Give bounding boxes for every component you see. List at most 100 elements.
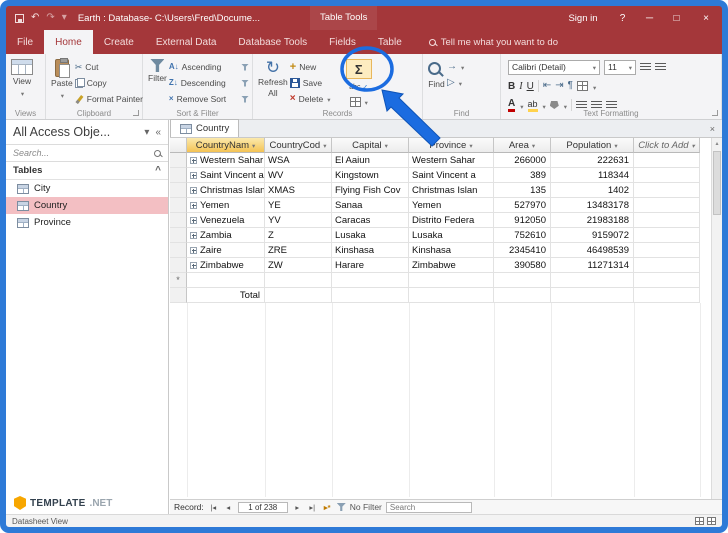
cell[interactable]: 21983188 — [551, 213, 634, 228]
cell-empty[interactable] — [634, 258, 700, 273]
descending-button[interactable]: Z↓ Descending — [169, 76, 249, 90]
cell-empty[interactable] — [332, 273, 409, 288]
cell[interactable]: Kinshasa — [409, 243, 494, 258]
table-row[interactable]: Venezuela YV Caracas Distrito Federa 912… — [170, 213, 700, 228]
tab-external-data[interactable]: External Data — [145, 30, 228, 54]
cell-empty[interactable] — [187, 273, 265, 288]
scroll-up-icon[interactable]: ▴ — [712, 138, 722, 150]
table-row[interactable]: Zimbabwe ZW Harare Zimbabwe 390580 11271… — [170, 258, 700, 273]
cell[interactable]: Caracas — [332, 213, 409, 228]
cell[interactable]: 1402 — [551, 183, 634, 198]
column-header-population[interactable]: Population — [551, 138, 634, 153]
vertical-scrollbar[interactable]: ▴ — [711, 138, 722, 499]
table-row[interactable]: Western Sahar WSA El Aaiun Western Sahar… — [170, 153, 700, 168]
cell[interactable]: Harare — [332, 258, 409, 273]
numbered-list-icon[interactable] — [655, 63, 666, 72]
cell-empty[interactable] — [332, 288, 409, 303]
totals-row[interactable]: Total — [170, 288, 700, 303]
shutter-bar-icon[interactable]: « — [155, 127, 161, 138]
sidebar-item-country[interactable]: Country — [6, 197, 168, 214]
cell[interactable]: Yemen — [409, 198, 494, 213]
refresh-all-button[interactable]: ↻ Refresh All — [256, 57, 290, 100]
cell[interactable]: ZRE — [265, 243, 332, 258]
cell[interactable]: 912050 — [494, 213, 551, 228]
expand-icon[interactable] — [190, 172, 197, 179]
cut-button[interactable]: ✂ Cut — [75, 60, 143, 74]
table-row[interactable]: Saint Vincent a WV Kingstown Saint Vince… — [170, 168, 700, 183]
sign-in-button[interactable]: Sign in — [557, 6, 609, 30]
cell[interactable]: Western Sahar — [409, 153, 494, 168]
cell[interactable]: 2345410 — [494, 243, 551, 258]
cell[interactable]: Zimbabwe — [187, 258, 265, 273]
cell[interactable]: YV — [265, 213, 332, 228]
row-selector[interactable] — [170, 168, 187, 183]
increase-indent-icon[interactable]: ⇥ — [555, 81, 563, 91]
cell[interactable]: Kingstown — [332, 168, 409, 183]
table-row[interactable]: Zambia Z Lusaka Lusaka 752610 9159072 — [170, 228, 700, 243]
text-formatting-dialog-launcher-icon[interactable] — [712, 110, 718, 116]
cell[interactable]: 11271314 — [551, 258, 634, 273]
cell[interactable]: Saint Vincent a — [187, 168, 265, 183]
cell[interactable]: Christmas Islan — [187, 183, 265, 198]
cell-empty[interactable] — [634, 288, 700, 303]
tab-fields[interactable]: Fields — [318, 30, 367, 54]
find-button[interactable]: Find — [426, 57, 447, 91]
cell[interactable]: Venezuela — [187, 213, 265, 228]
cell[interactable]: El Aaiun — [332, 153, 409, 168]
tab-create[interactable]: Create — [93, 30, 145, 54]
expand-icon[interactable] — [190, 202, 197, 209]
cell[interactable]: WSA — [265, 153, 332, 168]
spelling-button[interactable]: abc ✓ — [349, 81, 368, 93]
cell[interactable]: YE — [265, 198, 332, 213]
redo-icon[interactable]: ↷ — [46, 13, 54, 23]
decrease-indent-icon[interactable]: ⇤ — [543, 81, 551, 91]
filter-dropdown-icon[interactable] — [531, 140, 535, 151]
cell[interactable]: Lusaka — [332, 228, 409, 243]
column-header-capital[interactable]: Capital — [332, 138, 409, 153]
tables-section-header[interactable]: Tables ^ — [6, 162, 168, 180]
cell[interactable]: Sanaa — [332, 198, 409, 213]
datasheet-view-toggle-icon[interactable] — [695, 517, 704, 525]
table-row[interactable]: Yemen YE Sanaa Yemen 527970 13483178 — [170, 198, 700, 213]
advanced-filter-icon[interactable] — [241, 80, 249, 87]
expand-icon[interactable] — [190, 187, 197, 194]
cell[interactable]: XMAS — [265, 183, 332, 198]
cell[interactable]: 9159072 — [551, 228, 634, 243]
save-record-button[interactable]: Save — [290, 76, 345, 90]
cell[interactable]: Zimbabwe — [409, 258, 494, 273]
tab-home[interactable]: Home — [44, 30, 93, 54]
no-filter-label[interactable]: No Filter — [350, 502, 382, 512]
cell[interactable]: Kinshasa — [332, 243, 409, 258]
new-record-button[interactable]: + New — [290, 60, 345, 74]
row-selector[interactable] — [170, 153, 187, 168]
cell[interactable]: 135 — [494, 183, 551, 198]
table-row[interactable]: Zaire ZRE Kinshasa Kinshasa 2345410 4649… — [170, 243, 700, 258]
close-button[interactable]: × — [690, 6, 722, 30]
cell[interactable]: 118344 — [551, 168, 634, 183]
more-records-button[interactable] — [350, 95, 368, 109]
previous-record-button[interactable]: ◂ — [223, 501, 234, 513]
design-view-toggle-icon[interactable] — [707, 517, 716, 525]
selection-filter-icon[interactable] — [241, 64, 249, 71]
column-header-countryname[interactable]: CountryNam — [187, 138, 265, 153]
filter-dropdown-icon[interactable] — [322, 140, 326, 151]
no-filter-icon[interactable] — [337, 503, 346, 511]
cell[interactable]: Flying Fish Cov — [332, 183, 409, 198]
row-selector[interactable] — [170, 258, 187, 273]
cell-empty[interactable] — [409, 288, 494, 303]
paste-button[interactable]: Paste — [49, 57, 75, 102]
last-record-button[interactable]: ▸| — [307, 501, 318, 513]
tab-file[interactable]: File — [6, 30, 44, 54]
gridlines-icon[interactable] — [577, 81, 588, 91]
cell[interactable]: 390580 — [494, 258, 551, 273]
cell[interactable]: Yemen — [187, 198, 265, 213]
row-selector[interactable] — [170, 183, 187, 198]
column-header-click-to-add[interactable]: Click to Add — [634, 138, 700, 153]
font-name-combobox[interactable]: Calibri (Detail) — [508, 60, 600, 75]
bullet-list-icon[interactable] — [640, 63, 651, 72]
cell-empty[interactable] — [634, 273, 700, 288]
nav-search-box[interactable]: Search... — [6, 144, 168, 162]
cell-empty[interactable] — [265, 288, 332, 303]
new-blank-record-button[interactable]: ▸* — [322, 501, 333, 513]
filter-dropdown-icon[interactable] — [468, 140, 472, 151]
